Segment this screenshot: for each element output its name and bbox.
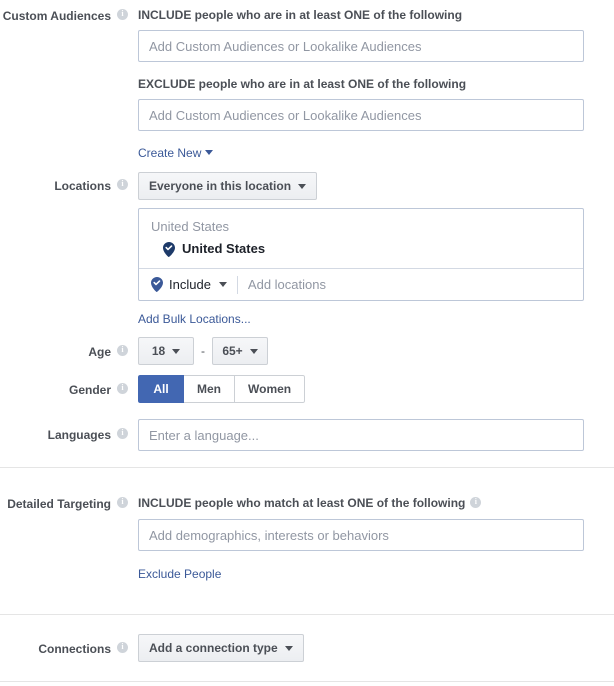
chevron-down-icon [250, 349, 258, 354]
locations-input-footer: Include [139, 268, 583, 300]
exclude-people-link[interactable]: Exclude People [138, 567, 221, 581]
locations-group-title: United States [139, 209, 583, 238]
info-icon[interactable] [117, 497, 128, 508]
create-new-audience-label: Create New [138, 146, 201, 160]
custom-audiences-include-heading: INCLUDE people who are in at least ONE o… [138, 8, 614, 22]
detailed-targeting-fields: INCLUDE people who match at least ONE of… [128, 496, 614, 583]
location-include-mode-label: Include [169, 277, 211, 292]
age-min-dropdown[interactable]: 18 [138, 337, 194, 365]
languages-row: Languages [0, 419, 614, 451]
info-icon[interactable] [117, 642, 128, 653]
gender-fields: All Men Women [128, 375, 614, 403]
connections-label: Connections [38, 642, 111, 656]
connections-button-label: Add a connection type [149, 641, 278, 655]
age-min-value: 18 [152, 344, 165, 358]
map-pin-check-icon [163, 242, 175, 257]
age-max-value: 65+ [222, 344, 242, 358]
location-selected-item[interactable]: United States [139, 238, 583, 268]
add-locations-input[interactable] [248, 271, 571, 299]
age-row: Age 18 - 65+ [0, 337, 614, 365]
detailed-targeting-row: Detailed Targeting INCLUDE people who ma… [0, 496, 614, 583]
info-icon[interactable] [117, 9, 128, 20]
languages-fields [128, 419, 614, 451]
map-pin-check-icon [151, 277, 163, 292]
chevron-down-icon [285, 646, 293, 651]
location-scope-dropdown[interactable]: Everyone in this location [138, 172, 317, 200]
gender-option-all[interactable]: All [138, 375, 184, 403]
languages-input[interactable] [138, 419, 584, 451]
info-icon[interactable] [470, 497, 481, 508]
divider [237, 276, 238, 294]
connections-dropdown[interactable]: Add a connection type [138, 634, 304, 662]
section-divider-middle [0, 614, 614, 615]
detailed-targeting-heading: INCLUDE people who match at least ONE of… [138, 496, 465, 510]
location-include-mode-dropdown[interactable]: Include [151, 277, 227, 292]
custom-audiences-include-input[interactable] [138, 30, 584, 62]
section-divider-top [0, 467, 614, 468]
custom-audiences-fields: INCLUDE people who are in at least ONE o… [128, 8, 614, 162]
location-selected-name: United States [182, 240, 265, 258]
languages-label-col: Languages [0, 419, 128, 442]
audience-targeting-panel: Custom Audiences INCLUDE people who are … [0, 0, 614, 686]
gender-label-col: Gender [0, 375, 128, 397]
custom-audiences-label-col: Custom Audiences [0, 8, 128, 23]
detailed-targeting-input[interactable] [138, 519, 584, 551]
connections-fields: Add a connection type [128, 634, 614, 662]
age-range-separator: - [201, 344, 205, 358]
detailed-targeting-label-col: Detailed Targeting [0, 496, 128, 511]
locations-label-col: Locations [0, 172, 128, 193]
age-max-dropdown[interactable]: 65+ [212, 337, 268, 365]
languages-label: Languages [48, 428, 111, 442]
locations-row: Locations Everyone in this location Unit… [0, 172, 614, 328]
age-label: Age [88, 345, 111, 359]
gender-option-women[interactable]: Women [235, 375, 305, 403]
locations-fields: Everyone in this location United States … [128, 172, 614, 328]
chevron-down-icon [219, 282, 227, 287]
connections-label-col: Connections [0, 634, 128, 656]
locations-selection-box: United States United States [138, 208, 584, 301]
create-new-audience-link[interactable]: Create New [138, 146, 213, 160]
chevron-down-icon [298, 184, 306, 189]
info-icon[interactable] [117, 345, 128, 356]
custom-audiences-label: Custom Audiences [3, 9, 111, 23]
gender-row: Gender All Men Women [0, 375, 614, 403]
chevron-down-icon [205, 150, 213, 155]
detailed-targeting-label: Detailed Targeting [7, 497, 111, 511]
detailed-targeting-heading-wrap: INCLUDE people who match at least ONE of… [138, 496, 614, 510]
info-icon[interactable] [117, 428, 128, 439]
location-scope-label: Everyone in this location [149, 179, 291, 193]
chevron-down-icon [172, 349, 180, 354]
custom-audiences-exclude-heading: EXCLUDE people who are in at least ONE o… [138, 77, 614, 91]
add-bulk-locations-link[interactable]: Add Bulk Locations... [138, 312, 251, 326]
age-fields: 18 - 65+ [128, 337, 614, 365]
connections-row: Connections Add a connection type [0, 634, 614, 662]
custom-audiences-row: Custom Audiences INCLUDE people who are … [0, 8, 614, 162]
locations-label: Locations [54, 179, 111, 193]
gender-label: Gender [69, 383, 111, 397]
info-icon[interactable] [117, 383, 128, 394]
custom-audiences-exclude-input[interactable] [138, 99, 584, 131]
section-divider-bottom [0, 681, 614, 682]
age-label-col: Age [0, 337, 128, 359]
gender-option-men[interactable]: Men [184, 375, 235, 403]
info-icon[interactable] [117, 179, 128, 190]
gender-segmented-control: All Men Women [138, 375, 305, 403]
